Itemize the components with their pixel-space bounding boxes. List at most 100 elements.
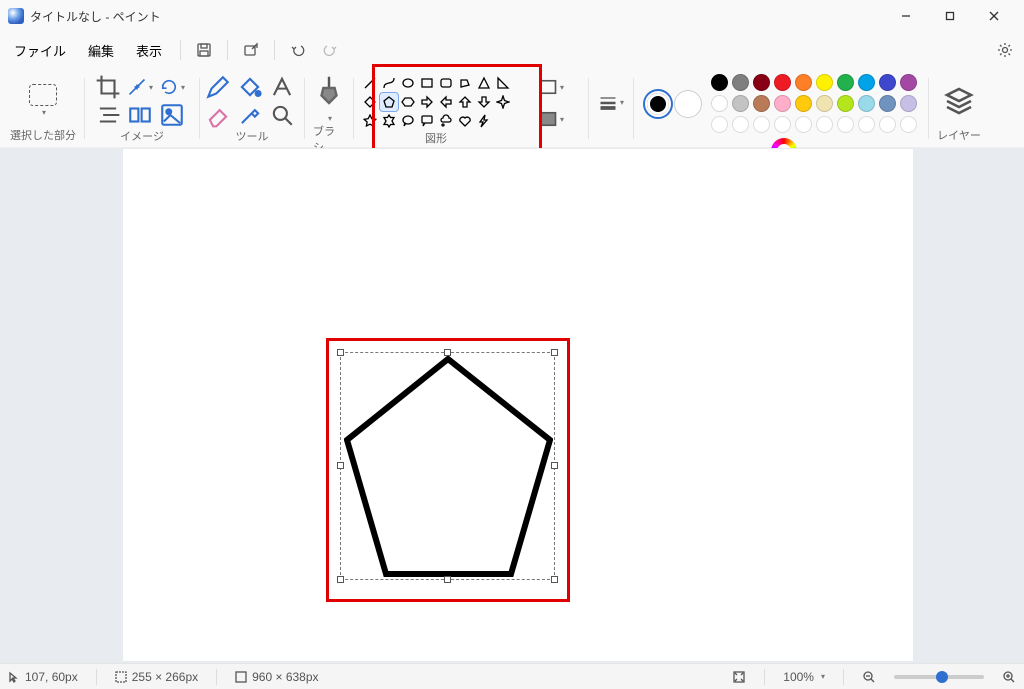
shape-right-triangle[interactable] — [494, 74, 512, 92]
zoom-in-button[interactable] — [1002, 670, 1016, 684]
share-button[interactable] — [236, 35, 266, 65]
resize-handle[interactable] — [551, 462, 558, 469]
maximize-button[interactable] — [928, 0, 972, 32]
chevron-down-icon[interactable]: ▾ — [42, 108, 46, 117]
shape-callout-cloud[interactable] — [437, 112, 455, 130]
minimize-button[interactable] — [884, 0, 928, 32]
swatch[interactable] — [795, 95, 812, 112]
fit-screen-button[interactable] — [732, 670, 746, 684]
shape-oval[interactable] — [399, 74, 417, 92]
zoom-level[interactable]: 100%▾ — [783, 670, 825, 684]
shape-5star[interactable] — [361, 112, 379, 130]
skew-tool[interactable] — [95, 102, 121, 128]
chevron-down-icon[interactable]: ▾ — [328, 114, 332, 123]
shape-hexagon[interactable] — [399, 93, 417, 111]
zoom-slider-thumb[interactable] — [936, 671, 948, 683]
swatch-empty[interactable] — [816, 116, 833, 133]
brush-tool[interactable] — [314, 74, 344, 110]
swatch-empty[interactable] — [900, 116, 917, 133]
chevron-down-icon[interactable]: ▾ — [821, 672, 825, 681]
color-2[interactable] — [675, 91, 701, 117]
fill-tool[interactable] — [237, 74, 263, 100]
swatch-empty[interactable] — [858, 116, 875, 133]
menu-view[interactable]: 表示 — [126, 35, 172, 66]
shape-rect[interactable] — [418, 74, 436, 92]
swatch[interactable] — [858, 95, 875, 112]
swatch-empty[interactable] — [837, 116, 854, 133]
shape-callout-round[interactable] — [399, 112, 417, 130]
swatch-empty[interactable] — [879, 116, 896, 133]
swatch-empty[interactable] — [732, 116, 749, 133]
resize-handle[interactable] — [444, 576, 451, 583]
shape-arrow-down[interactable] — [475, 93, 493, 111]
swatch-empty[interactable] — [711, 116, 728, 133]
swatch[interactable] — [774, 74, 791, 91]
menu-file[interactable]: ファイル — [4, 35, 76, 66]
pencil-tool[interactable] — [205, 74, 231, 100]
resize-handle[interactable] — [337, 349, 344, 356]
rotate-tool[interactable]: ▾ — [159, 74, 185, 100]
swatch[interactable] — [900, 74, 917, 91]
swatch[interactable] — [753, 74, 770, 91]
shape-pentagon[interactable] — [380, 93, 398, 111]
shape-callout-rect[interactable] — [418, 112, 436, 130]
swatch[interactable] — [711, 74, 728, 91]
swatch[interactable] — [879, 95, 896, 112]
flip-tool[interactable] — [127, 102, 153, 128]
menu-edit[interactable]: 編集 — [78, 35, 124, 66]
swatch[interactable] — [837, 74, 854, 91]
save-button[interactable] — [189, 35, 219, 65]
swatch[interactable] — [816, 95, 833, 112]
swatch[interactable] — [858, 74, 875, 91]
shape-heart[interactable] — [456, 112, 474, 130]
crop-tool[interactable] — [95, 74, 121, 100]
swatch-empty[interactable] — [774, 116, 791, 133]
zoom-out-button[interactable] — [862, 670, 876, 684]
swatch[interactable] — [900, 95, 917, 112]
close-button[interactable] — [972, 0, 1016, 32]
layers-button[interactable] — [943, 85, 975, 117]
ai-tool[interactable] — [159, 102, 185, 128]
swatch[interactable] — [774, 95, 791, 112]
swatch[interactable] — [795, 74, 812, 91]
swatch[interactable] — [732, 74, 749, 91]
zoom-slider[interactable] — [894, 675, 984, 679]
shape-outline-style[interactable]: ▾ — [538, 74, 564, 100]
swatch[interactable] — [711, 95, 728, 112]
eraser-tool[interactable] — [205, 102, 231, 128]
swatch[interactable] — [816, 74, 833, 91]
picker-tool[interactable] — [237, 102, 263, 128]
swatch[interactable] — [837, 95, 854, 112]
shape-round-rect[interactable] — [437, 74, 455, 92]
shape-4star[interactable] — [494, 93, 512, 111]
stroke-width[interactable]: ▾ — [598, 90, 624, 116]
shape-arrow-right[interactable] — [418, 93, 436, 111]
shape-diamond[interactable] — [361, 93, 379, 111]
resize-handle[interactable] — [551, 576, 558, 583]
swatch[interactable] — [732, 95, 749, 112]
resize-tool[interactable]: ▾ — [127, 74, 153, 100]
resize-handle[interactable] — [337, 462, 344, 469]
shape-arrow-left[interactable] — [437, 93, 455, 111]
color-1[interactable] — [645, 91, 671, 117]
shape-polygon[interactable] — [456, 74, 474, 92]
text-tool[interactable] — [269, 74, 295, 100]
zoom-tool[interactable] — [269, 102, 295, 128]
shape-line[interactable] — [361, 74, 379, 92]
shape-fill-style[interactable]: ▾ — [538, 106, 564, 132]
select-tool[interactable] — [29, 84, 57, 106]
swatch-empty[interactable] — [753, 116, 770, 133]
swatch-empty[interactable] — [795, 116, 812, 133]
settings-button[interactable] — [990, 35, 1020, 65]
pentagon-shape[interactable] — [344, 356, 553, 578]
resize-handle[interactable] — [337, 576, 344, 583]
redo-button[interactable] — [315, 35, 345, 65]
swatch[interactable] — [879, 74, 896, 91]
shape-arrow-up[interactable] — [456, 93, 474, 111]
undo-button[interactable] — [283, 35, 313, 65]
resize-handle[interactable] — [444, 349, 451, 356]
swatch[interactable] — [753, 95, 770, 112]
shape-triangle[interactable] — [475, 74, 493, 92]
shape-curve[interactable] — [380, 74, 398, 92]
shape-lightning[interactable] — [475, 112, 493, 130]
